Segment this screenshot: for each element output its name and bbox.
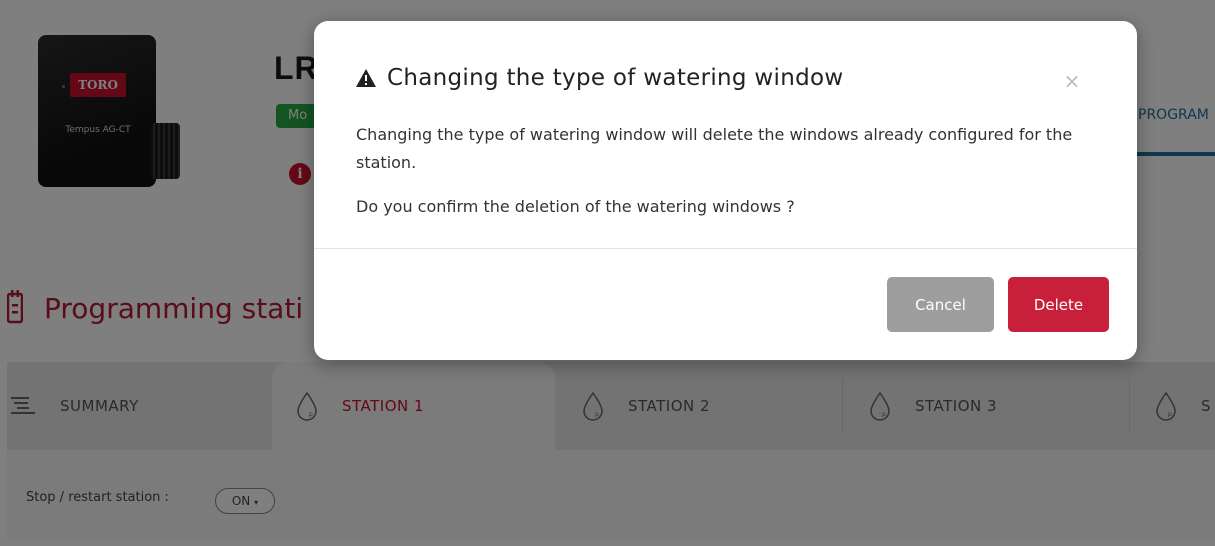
delete-button[interactable]: Delete [1008, 277, 1109, 332]
dialog-message: Changing the type of watering window wil… [356, 125, 1073, 172]
warning-icon [355, 68, 377, 88]
cancel-button[interactable]: Cancel [887, 277, 994, 332]
dialog-divider [314, 248, 1137, 249]
confirm-dialog: Changing the type of watering window × C… [314, 21, 1137, 360]
dialog-confirm-question: Do you confirm the deletion of the water… [356, 197, 795, 216]
close-icon[interactable]: × [1062, 69, 1082, 93]
dialog-title: Changing the type of watering window [355, 65, 843, 91]
dialog-title-text: Changing the type of watering window [387, 65, 844, 91]
